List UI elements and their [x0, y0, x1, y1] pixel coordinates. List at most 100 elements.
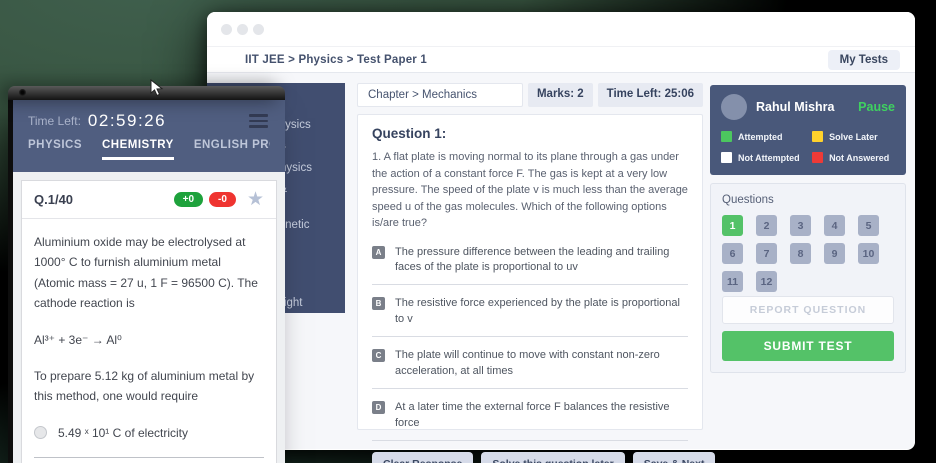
question-cell-11[interactable]: 11	[722, 271, 743, 292]
legend-not-attempted-swatch	[721, 152, 732, 163]
question-cell-4[interactable]: 4	[824, 215, 845, 236]
mobile-option-divider	[34, 457, 264, 458]
phone-screen: Time Left: 02:59:26 PHYSICS CHEMISTRY EN…	[8, 100, 285, 463]
legend-not-answered: Not Answered	[812, 152, 895, 163]
mobile-header: Time Left: 02:59:26 PHYSICS CHEMISTRY EN…	[13, 100, 285, 172]
question-header-bar: Chapter > Mechanics Marks: 2 Time Left: …	[357, 83, 703, 107]
positive-marks-badge: +0	[174, 192, 203, 207]
radio-icon[interactable]	[34, 426, 47, 439]
legend-solve-later: Solve Later	[812, 131, 895, 142]
mouse-cursor-icon	[150, 79, 164, 97]
user-card: Rahul Mishra Pause Attempted Solve Later	[710, 85, 906, 175]
option-c-text: The plate will continue to move with con…	[395, 348, 688, 380]
option-divider	[372, 388, 688, 389]
question-cell-1[interactable]: 1	[722, 215, 743, 236]
reaction-equation: Al³⁺ + 3e⁻ → Al⁰	[34, 330, 264, 350]
window-control-dot[interactable]	[221, 24, 232, 35]
question-cell-10[interactable]: 10	[858, 243, 879, 264]
question-cell-6[interactable]: 6	[722, 243, 743, 264]
solve-later-button[interactable]: Solve this question later	[481, 452, 624, 463]
camera-icon	[19, 89, 26, 96]
mobile-option-1[interactable]: 5.49 ˣ 10¹ C of electricity	[34, 423, 264, 443]
tab-physics[interactable]: PHYSICS	[28, 139, 82, 160]
question-card: Question 1: 1. A flat plate is moving no…	[357, 114, 703, 430]
question-cell-9[interactable]: 9	[824, 243, 845, 264]
submit-test-button[interactable]: SUBMIT TEST	[722, 331, 894, 361]
chapter-breadcrumb: Chapter > Mechanics	[357, 83, 523, 107]
question-cell-7[interactable]: 7	[756, 243, 777, 264]
question-footer: Clear Response Solve this question later…	[372, 452, 688, 463]
mobile-body: Q.1/40 +0 -0 ★ Aluminium oxide may be el…	[13, 172, 285, 463]
mobile-time-left-label: Time Left:	[28, 114, 81, 128]
mobile-time-row: Time Left: 02:59:26	[28, 111, 270, 131]
stage: IIT JEE > Physics > Test Paper 1 My Test…	[0, 0, 936, 463]
mobile-subject-tabs: PHYSICS CHEMISTRY ENGLISH PROFICIENCY	[28, 139, 270, 160]
bookmark-star-icon[interactable]: ★	[247, 190, 264, 209]
option-d-text: At a later time the external force F bal…	[395, 400, 688, 432]
option-b[interactable]: B The resistive force experienced by the…	[372, 296, 688, 328]
questions-panel: Questions 1 2 3 4 5 6 7 8 9 10 11 12	[710, 183, 906, 373]
pause-button[interactable]: Pause	[858, 100, 895, 114]
mobile-question-text: Aluminium oxide may be electrolysed at 1…	[34, 232, 264, 314]
option-divider	[372, 284, 688, 285]
legend-solve-later-label: Solve Later	[829, 132, 878, 142]
tab-chemistry[interactable]: CHEMISTRY	[102, 139, 174, 160]
report-question-button[interactable]: REPORT QUESTION	[722, 296, 894, 324]
question-cell-8[interactable]: 8	[790, 243, 811, 264]
clear-response-button[interactable]: Clear Response	[372, 452, 473, 463]
user-row: Rahul Mishra Pause	[721, 94, 895, 120]
chapter-timer-badge: Time Left: 25:06	[598, 83, 703, 107]
window-control-dot[interactable]	[253, 24, 264, 35]
mobile-question-content: Aluminium oxide may be electrolysed at 1…	[22, 219, 276, 463]
user-name: Rahul Mishra	[756, 100, 835, 114]
status-legend: Attempted Solve Later Not Attempted	[721, 131, 895, 163]
option-c-letter-badge: C	[372, 349, 385, 362]
save-next-button[interactable]: Save & Next	[633, 452, 716, 463]
option-b-text: The resistive force experienced by the p…	[395, 296, 688, 328]
option-d[interactable]: D At a later time the external force F b…	[372, 400, 688, 432]
legend-not-attempted: Not Attempted	[721, 152, 808, 163]
legend-attempted-label: Attempted	[738, 132, 783, 142]
mobile-question-text-2: To prepare 5.12 kg of aluminium metal by…	[34, 366, 264, 407]
legend-not-answered-label: Not Answered	[829, 153, 889, 163]
status-column: Rahul Mishra Pause Attempted Solve Later	[710, 85, 906, 373]
question-number-grid: 1 2 3 4 5 6 7 8 9 10 11 12	[722, 215, 894, 292]
phone-top-bezel	[8, 86, 285, 100]
question-text: 1. A flat plate is moving normal to its …	[372, 149, 688, 232]
option-d-letter-badge: D	[372, 401, 385, 414]
marks-badge: Marks: 2	[528, 83, 593, 107]
my-tests-button[interactable]: My Tests	[828, 50, 900, 70]
option-b-letter-badge: B	[372, 297, 385, 310]
mobile-question-card: Q.1/40 +0 -0 ★ Aluminium oxide may be el…	[21, 180, 277, 463]
option-a[interactable]: A The pressure difference between the le…	[372, 245, 688, 277]
legend-solve-later-swatch	[812, 131, 823, 142]
browser-window: IIT JEE > Physics > Test Paper 1 My Test…	[207, 12, 915, 450]
phone-overlay: Time Left: 02:59:26 PHYSICS CHEMISTRY EN…	[8, 86, 285, 463]
top-navbar: IIT JEE > Physics > Test Paper 1 My Test…	[207, 46, 915, 73]
breadcrumb[interactable]: IIT JEE > Physics > Test Paper 1	[245, 54, 427, 66]
avatar	[721, 94, 747, 120]
question-counter: Q.1/40	[34, 192, 73, 207]
question-cell-2[interactable]: 2	[756, 215, 777, 236]
menu-icon[interactable]	[247, 112, 270, 130]
mobile-option-1-text: 5.49 ˣ 10¹ C of electricity	[58, 423, 188, 443]
window-titlebar	[207, 12, 915, 46]
option-a-letter-badge: A	[372, 246, 385, 259]
question-column: Chapter > Mechanics Marks: 2 Time Left: …	[357, 83, 703, 430]
legend-not-attempted-label: Not Attempted	[738, 153, 800, 163]
option-divider	[372, 440, 688, 441]
option-a-text: The pressure difference between the lead…	[395, 245, 688, 277]
negative-marks-badge: -0	[209, 192, 236, 207]
questions-panel-label: Questions	[722, 194, 894, 206]
window-content: Chapters General Physics Mechanics Therm…	[207, 73, 915, 449]
option-c[interactable]: C The plate will continue to move with c…	[372, 348, 688, 380]
tab-english-proficiency[interactable]: ENGLISH PROFICIENCY	[194, 139, 270, 160]
legend-attempted-swatch	[721, 131, 732, 142]
question-cell-3[interactable]: 3	[790, 215, 811, 236]
legend-attempted: Attempted	[721, 131, 808, 142]
mobile-time-left-value: 02:59:26	[88, 111, 166, 131]
question-cell-5[interactable]: 5	[858, 215, 879, 236]
window-control-dot[interactable]	[237, 24, 248, 35]
question-cell-12[interactable]: 12	[756, 271, 777, 292]
mobile-question-meta-row: Q.1/40 +0 -0 ★	[22, 181, 276, 219]
